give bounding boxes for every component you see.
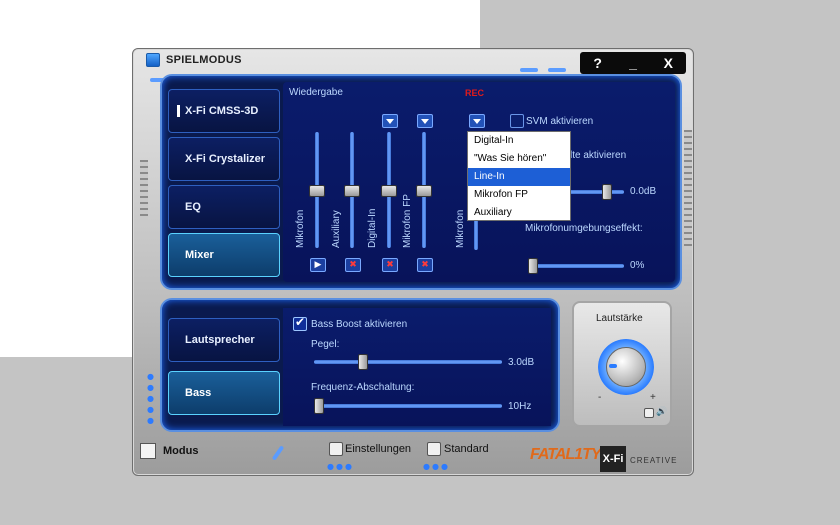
source-select-button[interactable] — [417, 114, 433, 128]
tab-cmss-3d[interactable]: X-Fi CMSS-3D — [168, 89, 280, 133]
channel-label-auxiliary: Auxiliary — [331, 210, 342, 248]
decor-dots: ●●● — [327, 462, 354, 471]
window-controls: ? _ X — [580, 52, 686, 74]
rec-source-dropdown[interactable]: Digital-In "Was Sie hören" Line-In Mikro… — [467, 131, 571, 221]
dropdown-option[interactable]: Auxiliary — [468, 204, 570, 222]
bass-boost-label: Bass Boost aktivieren — [311, 319, 408, 330]
ambient-label: Mikrofonumgebungseffekt: — [525, 223, 643, 234]
pegel-value: 3.0dB — [508, 357, 535, 368]
tab-mixer[interactable]: Mixer — [168, 233, 280, 277]
tab-label: Lautsprecher — [185, 334, 255, 346]
tab-label: EQ — [185, 201, 201, 213]
ambient-knob[interactable] — [528, 258, 538, 274]
volume-max-label: + — [650, 392, 656, 403]
brand-logo: FATAL1TY — [530, 446, 602, 463]
volume-indicator — [609, 364, 617, 368]
svm-checkbox[interactable] — [510, 114, 524, 128]
dropdown-option[interactable]: Digital-In — [468, 132, 570, 150]
tab-eq[interactable]: EQ — [168, 185, 280, 229]
tab-label: Mixer — [185, 249, 214, 261]
dropdown-option-selected[interactable]: Line-In — [468, 168, 570, 186]
creative-logo: CREATIVE — [630, 456, 678, 465]
speaker-muted-icon[interactable]: ✖ — [417, 258, 433, 272]
channel-label-digital-in: Digital-In — [367, 208, 378, 248]
mikrofon-fp-slider-knob[interactable] — [416, 185, 432, 197]
rec-heading: REC — [465, 88, 485, 98]
freq-track[interactable] — [314, 404, 502, 408]
rec-level-knob[interactable] — [602, 184, 612, 200]
close-button[interactable]: X — [656, 55, 680, 71]
pegel-label: Pegel: — [311, 339, 340, 350]
standard-label: Standard — [444, 443, 489, 455]
app-icon — [146, 53, 160, 67]
side-ridges-right — [684, 130, 692, 250]
tab-lautsprecher[interactable]: Lautsprecher — [168, 318, 280, 362]
partial-option-label: lte aktivieren — [570, 150, 627, 161]
speaker-icon: 🔊 — [656, 406, 668, 416]
mikrofon-slider-knob[interactable] — [309, 185, 325, 197]
freq-value: 10Hz — [508, 401, 532, 412]
decor-dots: ●●●●● — [146, 372, 155, 427]
tab-label: X-Fi Crystalizer — [185, 153, 266, 165]
help-button[interactable]: ? — [586, 55, 610, 71]
decor-dash — [548, 68, 566, 72]
title-bar: SPIELMODUS — [146, 50, 346, 70]
source-select-button[interactable] — [382, 114, 398, 128]
dropdown-option[interactable]: Mikrofon FP — [468, 186, 570, 204]
rec-channel-label: Mikrofon — [455, 209, 466, 248]
modus-label: Modus — [163, 445, 199, 457]
mute-checkbox[interactable] — [644, 408, 654, 418]
speaker-muted-icon[interactable]: ✖ — [345, 258, 361, 272]
wiedergabe-heading: Wiedergabe — [289, 87, 343, 98]
dropdown-option[interactable]: "Was Sie hören" — [468, 150, 570, 168]
rec-source-select-button[interactable] — [469, 114, 485, 128]
einstellungen-checkbox[interactable] — [329, 442, 343, 456]
ambient-value: 0% — [630, 260, 645, 271]
tab-label: X-Fi CMSS-3D — [185, 105, 259, 117]
rec-level-value: 0.0dB — [630, 186, 657, 197]
pegel-track[interactable] — [314, 360, 502, 364]
auxiliary-slider-knob[interactable] — [344, 185, 360, 197]
xfi-logo: X-Fi — [600, 446, 626, 472]
decor-dash — [520, 68, 538, 72]
tab-label: Bass — [185, 387, 212, 399]
tab-bass[interactable]: Bass — [168, 371, 280, 415]
digital-in-slider-knob[interactable] — [381, 185, 397, 197]
speaker-mute-icon[interactable]: ▶ — [310, 258, 326, 272]
side-ridges-left — [140, 160, 148, 220]
bass-boost-checkbox[interactable] — [293, 315, 307, 331]
standard-checkbox[interactable] — [427, 442, 441, 456]
svm-label: SVM aktivieren — [526, 116, 594, 127]
pegel-knob[interactable] — [358, 354, 368, 370]
decor-dots: ●●● — [423, 462, 450, 471]
einstellungen-label: Einstellungen — [345, 443, 412, 455]
tab-crystalizer[interactable]: X-Fi Crystalizer — [168, 137, 280, 181]
volume-min-label: - — [598, 392, 602, 403]
volume-title: Lautstärke — [596, 313, 643, 324]
speaker-muted-icon[interactable]: ✖ — [382, 258, 398, 272]
channel-label-mikrofon: Mikrofon — [295, 209, 306, 248]
freq-knob[interactable] — [314, 398, 324, 414]
window-title: SPIELMODUS — [166, 54, 242, 66]
ambient-track[interactable] — [528, 264, 624, 268]
channel-label-mikrofon-fp: Mikrofon FP — [402, 194, 413, 248]
minimize-button[interactable]: _ — [621, 55, 645, 71]
modus-checkbox[interactable] — [140, 443, 156, 459]
freq-label: Frequenz-Abschaltung: — [311, 382, 415, 393]
